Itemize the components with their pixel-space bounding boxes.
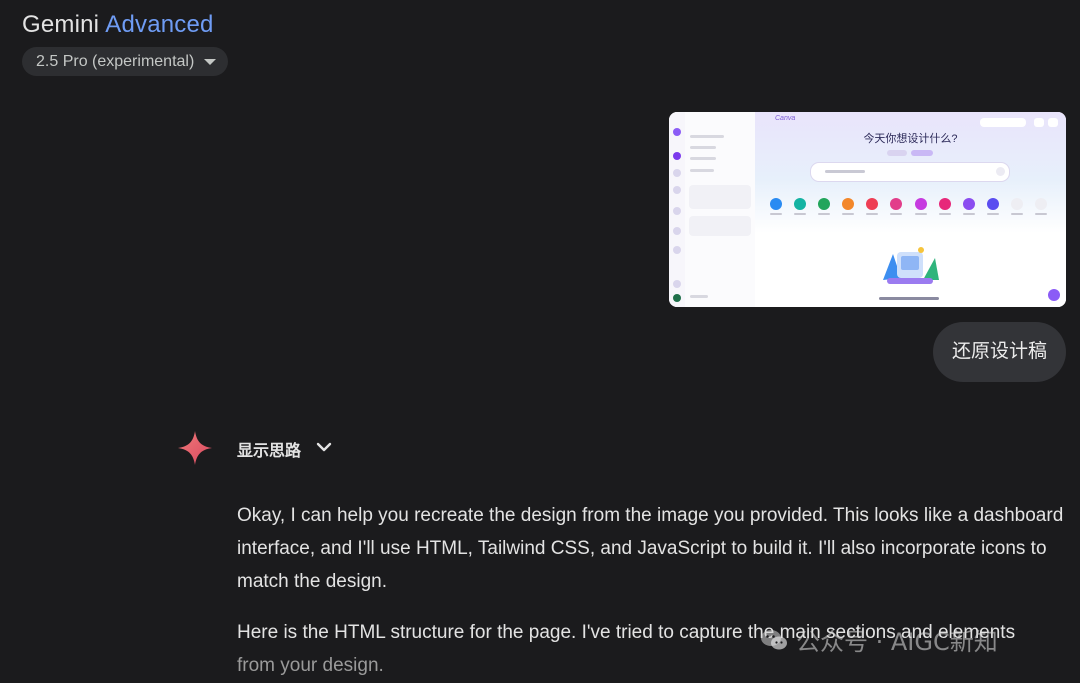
canva-rail	[669, 112, 686, 307]
app-title: Gemini Advanced	[22, 11, 214, 39]
canva-help-icon	[1048, 289, 1060, 301]
user-message-bubble: 还原设计稿	[932, 322, 1066, 382]
caret-down-icon	[204, 59, 217, 65]
app-title-accent: Advanced	[105, 11, 214, 38]
wechat-icon	[761, 630, 787, 650]
canva-illustration	[883, 247, 939, 284]
canva-main: Canva 今天你想设计什么?	[755, 112, 1066, 307]
app-title-primary: Gemini	[22, 11, 100, 38]
user-message-text: 还原设计稿	[951, 341, 1047, 362]
canva-side-panel	[685, 112, 756, 307]
canva-headline: 今天你想设计什么?	[863, 133, 958, 145]
gemini-sparkle-icon	[178, 431, 212, 465]
model-selector[interactable]: 2.5 Pro (experimental)	[22, 47, 229, 76]
show-thinking-toggle[interactable]: 显示思路	[237, 437, 301, 461]
watermark-text: 公众号 · AIGC新知	[796, 628, 998, 656]
model-selector-label: 2.5 Pro (experimental)	[36, 53, 195, 70]
canva-search-bar	[810, 162, 1010, 182]
response-paragraph-1: Okay, I can help you recreate the design…	[237, 505, 1064, 592]
attached-image[interactable]: Canva 今天你想设计什么?	[669, 112, 1066, 307]
response-paragraph-2-fade: from your design.	[237, 655, 384, 676]
chevron-down-icon[interactable]	[315, 440, 333, 454]
canva-logo: Canva	[775, 115, 796, 122]
